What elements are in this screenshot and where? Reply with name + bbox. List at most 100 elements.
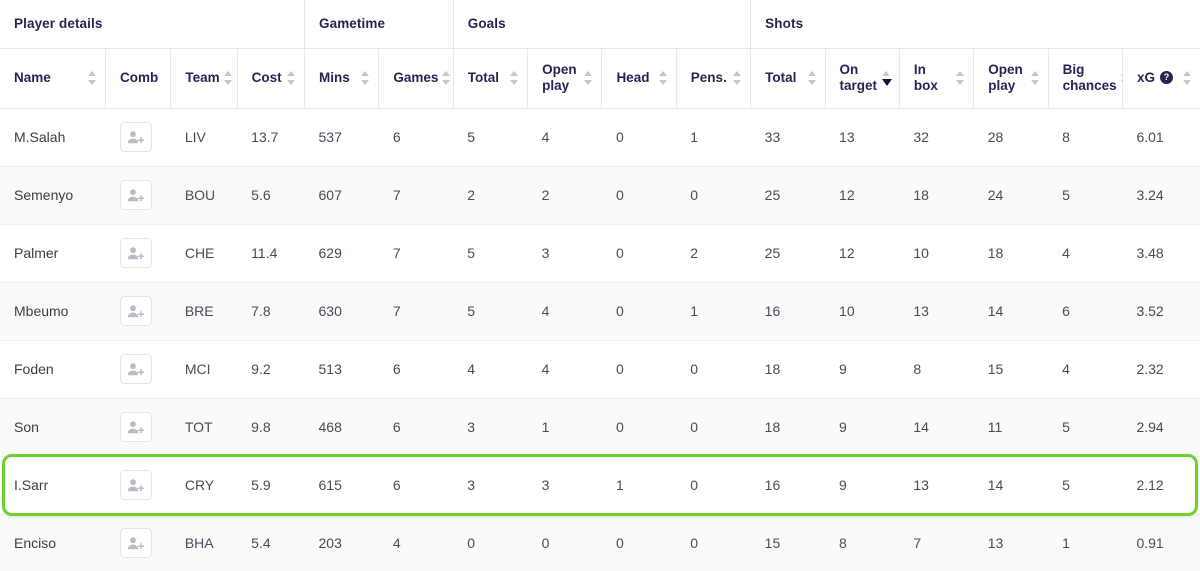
column-header-shots-open-play[interactable]: Open play <box>973 48 1049 109</box>
cell-goals-head: 0 <box>601 108 677 167</box>
column-header-shots-on-target[interactable]: On target <box>825 48 900 109</box>
info-icon[interactable]: ? <box>1159 71 1173 85</box>
cell-shots-in-box: 10 <box>899 224 974 283</box>
table-row[interactable]: Semenyo BOU 5.6 607 7 2 2 0 0 25 12 18 24 5 3.24 <box>0 166 1200 225</box>
column-header-cost[interactable]: Cost <box>237 48 306 109</box>
add-person-icon-button[interactable] <box>119 296 152 326</box>
cell-shots-open-play: 14 <box>973 456 1049 515</box>
sort-toggle-goals-open-play[interactable] <box>584 70 593 86</box>
cell-shots-open-play: 28 <box>973 108 1049 167</box>
table-row[interactable]: Son TOT 9.8 468 6 3 1 0 0 18 9 14 11 5 2.94 <box>0 398 1200 457</box>
add-person-icon-button[interactable] <box>119 354 152 384</box>
column-header-mins[interactable]: Mins <box>304 48 380 109</box>
sort-toggle-cost[interactable] <box>287 70 296 86</box>
cell-goals-head: 0 <box>601 340 677 399</box>
cell-player-name[interactable]: Palmer <box>0 224 106 283</box>
cell-big-chances: 4 <box>1048 224 1123 283</box>
table-row[interactable]: I.Sarr CRY 5.9 615 6 3 3 1 0 16 9 13 14 5 2.12 <box>0 456 1200 515</box>
group-header-player-details: Player details <box>0 0 305 49</box>
cell-shots-total: 18 <box>750 340 826 399</box>
cell-big-chances: 8 <box>1048 108 1123 167</box>
sort-toggle-games[interactable] <box>442 70 451 86</box>
column-header-goals-open-play[interactable]: Open play <box>527 48 603 109</box>
cell-mins: 537 <box>304 108 379 167</box>
cell-player-name[interactable]: Son <box>0 398 106 457</box>
cell-player-name[interactable]: Mbeumo <box>0 282 106 341</box>
cell-xg: 2.12 <box>1122 456 1200 515</box>
cell-cost: 5.4 <box>237 514 305 571</box>
table-row[interactable]: Foden MCI 9.2 513 6 4 4 0 0 18 9 8 15 4 2.32 <box>0 340 1200 399</box>
column-header-label: Name <box>14 70 51 86</box>
cell-player-name[interactable]: Foden <box>0 340 106 399</box>
table-row[interactable]: Enciso BHA 5.4 203 4 0 0 0 0 15 8 7 13 1 0.91 <box>0 514 1200 571</box>
group-header-label: Goals <box>467 16 506 32</box>
column-header-games[interactable]: Games <box>378 48 454 109</box>
cell-big-chances: 5 <box>1048 166 1123 225</box>
sort-toggle-name[interactable] <box>88 70 97 86</box>
cell-shots-on-target: 9 <box>825 340 900 399</box>
column-header-goals-head[interactable]: Head <box>601 48 677 109</box>
column-header-shots-in-box[interactable]: In box <box>899 48 975 109</box>
column-header-row: Name Comb Team Cost Mins Games Total Ope… <box>0 48 1200 109</box>
group-header-label: Player details <box>14 16 103 32</box>
add-person-icon-button[interactable] <box>119 470 152 500</box>
cell-shots-open-play: 13 <box>973 514 1049 571</box>
add-person-icon-button[interactable] <box>119 412 152 442</box>
cell-player-name[interactable]: I.Sarr <box>0 456 106 515</box>
add-person-icon-button[interactable] <box>119 528 152 558</box>
cell-player-name[interactable]: M.Salah <box>0 108 106 167</box>
column-header-label: In box <box>913 62 938 93</box>
sort-toggle-goals-head[interactable] <box>658 70 668 86</box>
cell-player-name[interactable]: Enciso <box>0 514 106 571</box>
column-header-name[interactable]: Name <box>0 48 107 109</box>
cell-shots-on-target: 13 <box>825 108 900 167</box>
sort-toggle-mins[interactable] <box>361 70 370 86</box>
sort-toggle-shots-total[interactable] <box>807 70 817 86</box>
group-header-row: Player details Gametime Goals Shots <box>0 0 1200 49</box>
column-header-xg[interactable]: xG ? <box>1122 48 1200 109</box>
add-person-icon-button[interactable] <box>119 180 152 210</box>
sort-toggle-goals-pens[interactable] <box>733 70 742 86</box>
group-header-gametime: Gametime <box>304 0 454 49</box>
cell-comb <box>105 282 171 341</box>
sort-toggle-shots-in-box[interactable] <box>956 70 965 86</box>
column-header-big-chances[interactable]: Big chances <box>1048 48 1129 109</box>
column-header-shots-total[interactable]: Total <box>750 48 826 109</box>
cell-mins: 630 <box>304 282 379 341</box>
cell-games: 6 <box>378 108 454 167</box>
table-row[interactable]: M.Salah LIV 13.7 537 6 5 4 0 1 33 13 32 28 8 6.01 <box>0 108 1200 167</box>
column-header-label: Team <box>185 70 220 86</box>
cell-player-name[interactable]: Semenyo <box>0 166 106 225</box>
cell-goals-head: 0 <box>601 166 677 225</box>
column-header-label: Comb <box>120 70 159 86</box>
column-header-goals-total[interactable]: Total <box>453 48 529 109</box>
column-header-label: Open play <box>988 62 1023 93</box>
column-header-goals-pens[interactable]: Pens. <box>676 48 752 109</box>
column-header-label-wrap: xG ? <box>1137 70 1173 86</box>
column-header-team[interactable]: Team <box>170 48 238 109</box>
sort-toggle-shots-open-play[interactable] <box>1030 70 1040 86</box>
column-header-label: Cost <box>251 70 282 86</box>
table-row[interactable]: Palmer CHE 11.4 629 7 5 3 0 2 25 12 10 18 4 3.48 <box>0 224 1200 283</box>
cell-shots-total: 25 <box>750 166 826 225</box>
sort-toggle-goals-total[interactable] <box>510 70 519 86</box>
cell-cost: 11.4 <box>237 224 305 283</box>
add-person-icon-button[interactable] <box>119 238 152 268</box>
cell-shots-on-target: 8 <box>825 514 900 571</box>
sort-toggle-team[interactable] <box>223 70 233 86</box>
add-person-icon-button[interactable] <box>119 122 152 152</box>
cell-goals-open-play: 4 <box>527 282 602 341</box>
sort-toggle-xg[interactable] <box>1183 70 1192 86</box>
cell-cost: 9.8 <box>237 398 305 457</box>
cell-xg: 3.48 <box>1122 224 1200 283</box>
group-header-label: Gametime <box>319 16 386 32</box>
cell-comb <box>105 340 171 399</box>
table-row[interactable]: Mbeumo BRE 7.8 630 7 5 4 0 1 16 10 13 14 6 3.52 <box>0 282 1200 341</box>
sort-toggle-shots-on-target[interactable] <box>881 70 892 86</box>
cell-team: LIV <box>170 108 238 167</box>
cell-games: 6 <box>378 398 454 457</box>
cell-mins: 468 <box>304 398 379 457</box>
cell-goals-pens: 0 <box>676 340 751 399</box>
cell-shots-in-box: 13 <box>899 456 974 515</box>
cell-shots-total: 25 <box>750 224 826 283</box>
